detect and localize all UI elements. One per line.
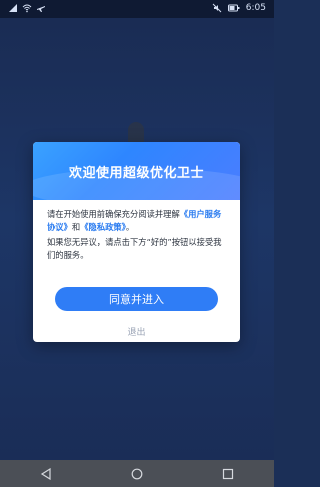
back-button[interactable] — [34, 465, 58, 483]
consent-paragraph: 如果您无异议，请点击下方“好的”按钮以接受我们的服务。 — [47, 237, 222, 260]
privacy-policy-link[interactable]: 《隐私政策》 — [80, 222, 126, 232]
dialog-header: 欢迎使用超级优化卫士 — [33, 142, 240, 208]
home-icon — [131, 468, 143, 479]
signal-icon — [9, 4, 17, 12]
mute-icon — [212, 3, 222, 13]
agreement-text-suffix: 。 — [125, 222, 135, 232]
home-button[interactable] — [125, 465, 149, 483]
recents-button[interactable] — [216, 465, 240, 483]
recents-icon — [223, 468, 234, 479]
status-bar: 6:05 — [0, 0, 274, 18]
wifi-icon — [22, 4, 32, 13]
status-right-icons: 6:05 — [212, 3, 266, 13]
agreement-text-prefix: 请在开始使用前确保充分阅读并理解 — [47, 209, 180, 219]
welcome-dialog: 欢迎使用超级优化卫士 请在开始使用前确保充分阅读并理解《用户服务协议》和《隐私政… — [33, 142, 240, 342]
dialog-body: 请在开始使用前确保充分阅读并理解《用户服务协议》和《隐私政策》。 如果您无异议，… — [47, 208, 226, 264]
and-text: 和 — [71, 222, 81, 232]
exit-button[interactable]: 退出 — [33, 325, 240, 338]
airplane-icon — [37, 6, 45, 12]
agreement-paragraph: 请在开始使用前确保充分阅读并理解《用户服务协议》和《隐私政策》。 — [47, 208, 226, 234]
status-left-icons — [8, 3, 46, 13]
back-icon — [40, 467, 51, 480]
navigation-bar — [0, 460, 274, 487]
battery-icon — [227, 4, 240, 12]
agree-and-enter-button[interactable]: 同意并进入 — [55, 287, 218, 311]
status-time: 6:05 — [245, 3, 266, 13]
dialog-title: 欢迎使用超级优化卫士 — [68, 166, 204, 181]
